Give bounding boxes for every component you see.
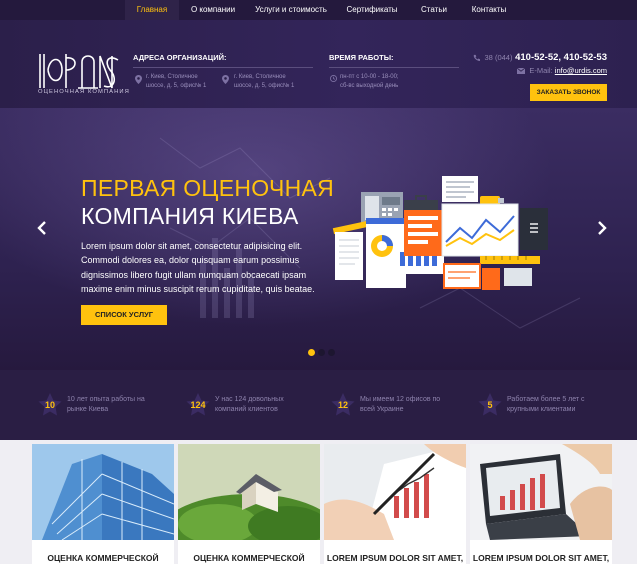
stat-number: 12 xyxy=(337,400,348,410)
email-label: E-Mail: xyxy=(529,66,553,75)
house-on-grass-image xyxy=(178,444,320,540)
slider-dot-3[interactable] xyxy=(328,349,335,356)
slider-dot-2[interactable] xyxy=(318,349,325,356)
hero-slider: ПЕРВАЯ ОЦЕНОЧНАЯ КОМПАНИЯ КИЕВА Lorem ip… xyxy=(0,108,637,370)
stat-number: 124 xyxy=(190,400,206,410)
logo-subtitle: ОЦЕНОЧНАЯ КОМПАНИЯ xyxy=(38,89,130,95)
hours-divider xyxy=(329,67,459,68)
hours-line-2: сб-вс выходной день xyxy=(340,83,399,89)
service-card[interactable]: LOREM IPSUM DOLOR SIT AMET, xyxy=(324,444,466,564)
phone-numbers: 410-52-52, 410-52-53 xyxy=(515,52,607,63)
stat-number: 5 xyxy=(487,400,493,410)
card-title: ОЦЕНКА КОММЕРЧЕСКОЙ xyxy=(47,553,159,563)
address-1-line-2: шоссе, д. 5, офис№ 1 xyxy=(146,83,207,89)
services-list-button[interactable]: СПИСОК УСЛУГ xyxy=(81,305,167,325)
hero-title-line-2: КОМПАНИЯ КИЕВА xyxy=(81,203,299,229)
clock-icon xyxy=(330,75,337,82)
stat-text: 10 лет опыта работы на рынке Киева xyxy=(67,396,145,413)
address-1-line-1: г. Киев, Столичное xyxy=(146,74,198,80)
nav-item-certificates[interactable]: Сертификаты xyxy=(341,0,403,20)
card-title: LOREM IPSUM DOLOR SIT AMET, xyxy=(472,553,610,563)
card-title: ОЦЕНКА КОММЕРЧЕСКОЙ xyxy=(193,553,305,563)
service-card[interactable]: ОЦЕНКА КОММЕРЧЕСКОЙ xyxy=(32,444,174,564)
envelope-icon xyxy=(517,67,526,75)
nav-item-about[interactable]: О компании xyxy=(185,0,241,20)
addresses-title: АДРЕСА ОРГАНИЗАЦИЙ: xyxy=(133,53,227,62)
addresses-divider xyxy=(133,67,313,68)
nav-item-home[interactable]: Главная xyxy=(125,0,179,20)
hours-line-1: пн-пт с 10-00 - 18-00; xyxy=(340,74,399,80)
stat-number: 10 xyxy=(44,400,55,410)
request-call-button[interactable]: ЗАКАЗАТЬ ЗВОНОК xyxy=(530,84,607,101)
card-title: LOREM IPSUM DOLOR SIT AMET, xyxy=(326,553,464,563)
nav-item-services[interactable]: Услуги и стоимость xyxy=(250,0,332,20)
location-pin-icon xyxy=(222,75,229,84)
hero-description: Lorem ipsum dolor sit amet, consectetur … xyxy=(81,241,315,294)
service-card[interactable]: ОЦЕНКА КОММЕРЧЕСКОЙ xyxy=(178,444,320,564)
address-2: г. Киев, Столичное шоссе, д. 5, офис№ 1 xyxy=(234,73,294,91)
address-2-line-2: шоссе, д. 5, офис№ 1 xyxy=(234,83,295,89)
office-analytics-illustration xyxy=(332,176,548,290)
location-pin-icon xyxy=(135,75,142,84)
nav-item-contacts[interactable]: Контакты xyxy=(464,0,514,20)
working-hours: пн-пт с 10-00 - 18-00; сб-вс выходной де… xyxy=(340,73,399,91)
hours-title: ВРЕМЯ РАБОТЫ: xyxy=(329,53,394,62)
address-2-line-1: г. Киев, Столичное xyxy=(234,74,286,80)
stat-text: Работаем более 5 лет с крупными клиентам… xyxy=(507,396,585,413)
email-block: E-Mail: info@urdis.com xyxy=(517,66,607,75)
slider-prev-arrow-icon[interactable] xyxy=(36,221,48,235)
hand-with-chart-image xyxy=(324,444,466,540)
glass-building-image xyxy=(32,444,174,540)
laptop-chart-image xyxy=(470,444,612,540)
slider-pagination xyxy=(308,343,338,361)
stat-text: Мы имеем 12 офисов по всей Украине xyxy=(360,396,441,413)
slider-dot-1[interactable] xyxy=(308,349,315,356)
services-cards: ОЦЕНКА КОММЕРЧЕСКОЙ ОЦЕНКА КОММЕРЧЕСКОЙ … xyxy=(0,440,637,564)
stat-text: У нас 124 довольных компаний клиентов xyxy=(215,396,284,413)
service-card[interactable]: LOREM IPSUM DOLOR SIT AMET, xyxy=(470,444,612,564)
nav-item-articles[interactable]: Статьи xyxy=(414,0,454,20)
slider-next-arrow-icon[interactable] xyxy=(596,221,608,235)
top-navigation: Главная О компании Услуги и стоимость Се… xyxy=(0,0,637,20)
address-1: г. Киев, Столичное шоссе, д. 5, офис№ 1 xyxy=(146,73,206,91)
stats-bar: 10 10 лет опыта работы на рынке Киева 12… xyxy=(0,370,637,440)
phone-number[interactable]: 38 (044) 410-52-52, 410-52-53 xyxy=(473,52,607,63)
phone-icon xyxy=(473,54,480,61)
hero-title-line-1: ПЕРВАЯ ОЦЕНОЧНАЯ xyxy=(81,175,335,201)
site-header: ОЦЕНОЧНАЯ КОМПАНИЯ АДРЕСА ОРГАНИЗАЦИЙ: г… xyxy=(0,20,637,108)
email-link[interactable]: info@urdis.com xyxy=(555,66,607,75)
phone-code: 38 (044) xyxy=(484,53,513,62)
